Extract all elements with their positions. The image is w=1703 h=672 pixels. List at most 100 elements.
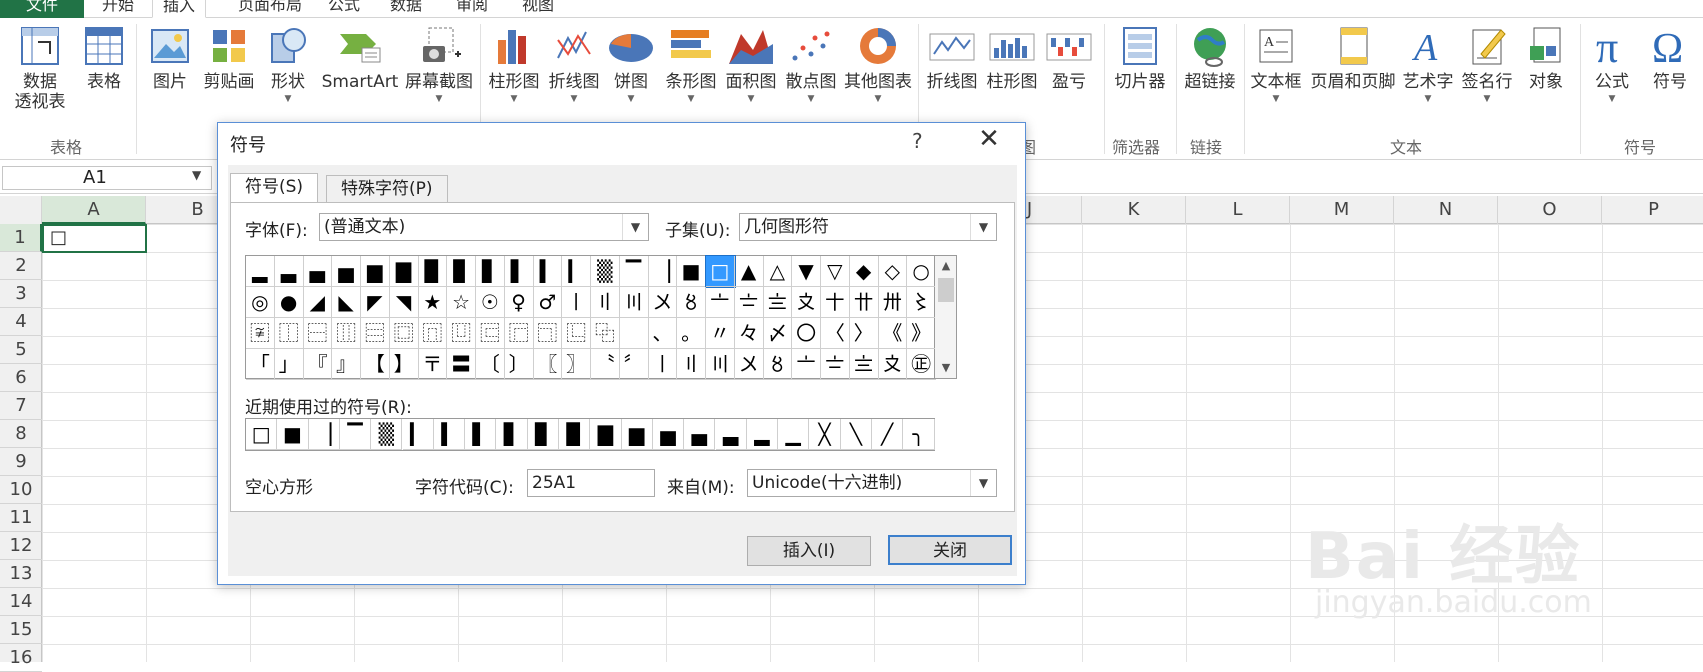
scroll-thumb[interactable] bbox=[938, 278, 954, 302]
symbol-cell[interactable]: ▼ bbox=[792, 256, 821, 287]
symbol-cell[interactable]: 〖 bbox=[533, 349, 563, 380]
tab-page-layout[interactable]: 页面布局 bbox=[228, 0, 312, 18]
recent-symbol-cell[interactable]: ╳ bbox=[809, 419, 841, 450]
symbol-cell[interactable]: 〝 bbox=[591, 349, 620, 380]
symbol-cell[interactable]: ⿳ bbox=[361, 318, 390, 349]
recent-symbol-cell[interactable]: ▃ bbox=[715, 419, 747, 450]
subset-select[interactable]: 几何图形符 ▼ bbox=[739, 213, 997, 241]
symbol-cell[interactable]: 〧 bbox=[734, 287, 764, 318]
column-header[interactable]: L bbox=[1186, 196, 1290, 224]
symbol-cell[interactable]: 〥 bbox=[677, 287, 706, 318]
symbol-cell[interactable]: 「 bbox=[246, 349, 275, 380]
symbol-cell[interactable]: ⿻ bbox=[591, 318, 620, 349]
symbol-cell[interactable]: 〡 bbox=[562, 287, 591, 318]
symbol-cell[interactable]: ▄ bbox=[303, 256, 333, 287]
shapes-button[interactable]: 形状 ▼ bbox=[264, 24, 312, 104]
symbol-cell[interactable]: 〔 bbox=[476, 349, 505, 380]
symbol-cell[interactable]: 〧 bbox=[821, 349, 850, 380]
symbol-cell[interactable]: 』 bbox=[332, 349, 361, 380]
recent-symbol-cell[interactable]: □ bbox=[246, 419, 278, 450]
symbol-cell[interactable]: 、 bbox=[648, 318, 678, 349]
row-header[interactable]: 13 bbox=[0, 560, 42, 588]
symbol-cell[interactable]: ☉ bbox=[476, 287, 505, 318]
tab-special-characters[interactable]: 特殊字符(P) bbox=[326, 175, 448, 203]
column-header[interactable]: P bbox=[1602, 196, 1703, 224]
symbol-cell[interactable]: ▆ bbox=[361, 256, 390, 287]
symbol-cell[interactable]: ▍ bbox=[533, 256, 563, 287]
wordart-button[interactable]: A 艺术字 ▼ bbox=[1400, 24, 1456, 104]
column-header[interactable]: O bbox=[1498, 196, 1602, 224]
recent-symbol-cell[interactable]: ▔ bbox=[339, 419, 372, 450]
symbol-cell[interactable]: 〇 bbox=[792, 318, 821, 349]
symbol-cell[interactable]: ⿲ bbox=[332, 318, 361, 349]
row-header[interactable]: 15 bbox=[0, 616, 42, 644]
symbol-cell[interactable]: ▋ bbox=[476, 256, 505, 287]
chevron-down-icon[interactable]: ▼ bbox=[622, 214, 648, 240]
row-header[interactable]: 5 bbox=[0, 336, 42, 364]
symbol-cell[interactable]: ⿴ bbox=[389, 318, 419, 349]
symbol-cell[interactable]: 〨 bbox=[763, 287, 793, 318]
symbol-cell[interactable]: ▲ bbox=[734, 256, 764, 287]
row-header[interactable]: 9 bbox=[0, 448, 42, 476]
row-header[interactable]: 2 bbox=[0, 252, 42, 280]
symbol-cell[interactable]: ◤ bbox=[361, 287, 390, 318]
symbol-cell[interactable]: 『 bbox=[303, 349, 333, 380]
pie-chart-button[interactable]: 饼图 ▼ bbox=[606, 24, 656, 104]
symbol-cell[interactable]: ▒ bbox=[591, 256, 620, 287]
column-header[interactable]: K bbox=[1082, 196, 1186, 224]
column-header[interactable]: M bbox=[1290, 196, 1394, 224]
symbol-cell[interactable]: 〥 bbox=[763, 349, 793, 380]
column-header[interactable]: N bbox=[1394, 196, 1498, 224]
symbol-cell[interactable]: ⿷ bbox=[476, 318, 505, 349]
clipart-button[interactable]: 剪贴画 bbox=[202, 24, 256, 92]
symbol-cell[interactable]: ◢ bbox=[303, 287, 333, 318]
symbol-cell[interactable]: ▎ bbox=[562, 256, 591, 287]
symbol-cell[interactable]: 〒 bbox=[418, 349, 448, 380]
symbol-cell[interactable]: ▃ bbox=[274, 256, 304, 287]
recent-symbol-cell[interactable]: ▕ bbox=[308, 419, 340, 450]
symbol-cell[interactable]: 〤 bbox=[648, 287, 678, 318]
symbol-cell[interactable] bbox=[619, 318, 649, 349]
equation-button[interactable]: π 公式 ▼ bbox=[1584, 24, 1640, 104]
hyperlink-button[interactable]: 超链接 bbox=[1180, 24, 1240, 92]
scroll-down-icon[interactable]: ▼ bbox=[935, 358, 957, 378]
row-header[interactable]: 8 bbox=[0, 420, 42, 448]
symbol-cell[interactable]: ▅ bbox=[332, 256, 361, 287]
row-header[interactable]: 1 bbox=[0, 224, 42, 252]
symbol-cell[interactable]: ★ bbox=[418, 287, 448, 318]
scatter-chart-button[interactable]: 散点图 ▼ bbox=[782, 24, 840, 104]
symbol-cell[interactable]: 〣 bbox=[619, 287, 649, 318]
from-select[interactable]: Unicode(十六进制) ▼ bbox=[747, 469, 997, 497]
symbol-cell[interactable]: 〉 bbox=[849, 318, 879, 349]
line-chart-button[interactable]: 折线图 ▼ bbox=[546, 24, 602, 104]
symbol-cell[interactable]: ◥ bbox=[389, 287, 419, 318]
sparkline-column-button[interactable]: 柱形图 bbox=[984, 24, 1040, 92]
row-header[interactable]: 7 bbox=[0, 392, 42, 420]
symbol-cell[interactable]: 〈 bbox=[821, 318, 850, 349]
row-header[interactable]: 6 bbox=[0, 364, 42, 392]
symbol-cell[interactable]: ㊣ bbox=[907, 349, 936, 380]
recent-symbol-cell[interactable]: ▋ bbox=[496, 419, 528, 450]
symbol-cell[interactable]: 】 bbox=[389, 349, 419, 380]
symbol-cell[interactable]: 〢 bbox=[677, 349, 706, 380]
symbol-cell[interactable]: ▂ bbox=[246, 256, 275, 287]
symbol-cell[interactable]: 〕 bbox=[504, 349, 534, 380]
tab-home[interactable]: 开始 bbox=[92, 0, 144, 18]
symbol-cell[interactable]: 〨 bbox=[849, 349, 879, 380]
symbol-cell[interactable]: ◇ bbox=[878, 256, 908, 287]
symbol-cell[interactable]: 〹 bbox=[849, 287, 879, 318]
recent-symbol-cell[interactable]: ■ bbox=[277, 419, 309, 450]
symbol-cell[interactable]: 〻 bbox=[907, 287, 936, 318]
symbol-cell[interactable]: ▽ bbox=[821, 256, 850, 287]
recent-symbol-cell[interactable]: ▇ bbox=[590, 419, 622, 450]
symbol-cell[interactable]: 》 bbox=[907, 318, 936, 349]
tab-review[interactable]: 审阅 bbox=[446, 0, 498, 18]
symbol-cell[interactable]: 〓 bbox=[447, 349, 476, 380]
area-chart-button[interactable]: 面积图 ▼ bbox=[722, 24, 780, 104]
close-icon[interactable]: ✕ bbox=[974, 125, 1004, 155]
row-header[interactable]: 4 bbox=[0, 308, 42, 336]
column-header[interactable]: A bbox=[42, 196, 146, 224]
symbol-cell[interactable]: 〩 bbox=[878, 349, 908, 380]
recent-symbol-cell[interactable]: ▉ bbox=[559, 419, 591, 450]
symbol-cell[interactable]: 【 bbox=[361, 349, 390, 380]
